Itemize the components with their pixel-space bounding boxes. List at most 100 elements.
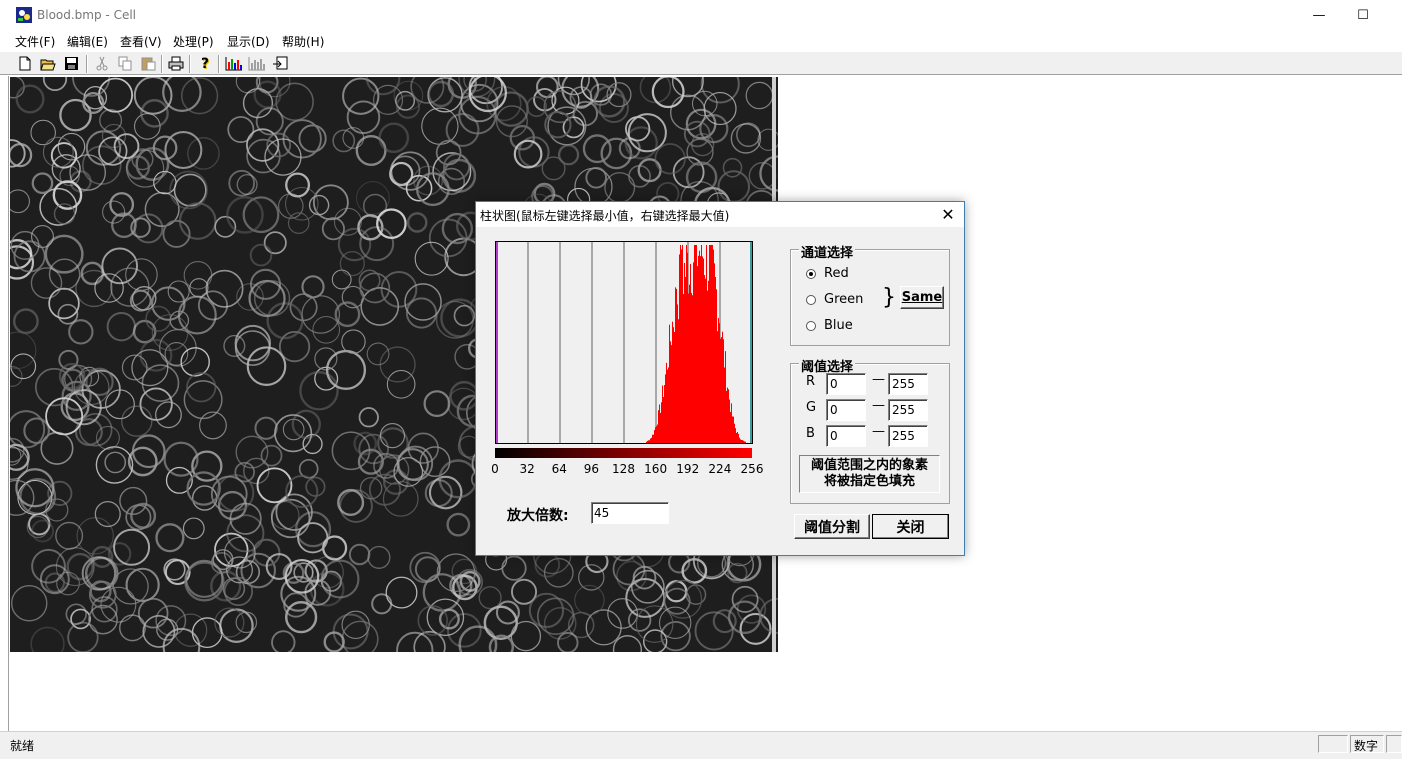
blood-cell — [10, 353, 37, 380]
blood-cell — [301, 275, 325, 299]
blood-cell — [263, 231, 287, 255]
histogram-bar — [712, 245, 713, 443]
zoom-input[interactable]: 45 — [591, 502, 669, 524]
blood-cell — [48, 287, 80, 320]
blood-cell — [453, 304, 476, 327]
threshold-note: 阈值范围之内的象素 将被指定色填充 — [799, 455, 940, 493]
menu-display[interactable]: 显示(D) — [227, 33, 270, 50]
blood-cell — [42, 77, 68, 92]
histogram-bar — [719, 323, 720, 443]
blood-cell — [543, 90, 577, 124]
blood-cell — [478, 586, 502, 610]
app-icon — [16, 7, 32, 23]
toolbar-separator — [86, 55, 88, 73]
copy-icon[interactable] — [115, 54, 135, 73]
blood-cell — [423, 390, 451, 418]
histogram-bar — [704, 275, 705, 443]
radio-label-green: Green — [824, 292, 864, 307]
close-icon[interactable]: ✕ — [938, 204, 958, 224]
blood-cell — [30, 119, 56, 146]
histogram-bar — [696, 245, 697, 443]
cut-icon[interactable] — [92, 54, 112, 73]
histogram-bar — [734, 423, 735, 443]
histogram-x-tick: 192 — [676, 462, 700, 476]
menu-edit[interactable]: 编辑(E) — [67, 33, 108, 50]
blood-cell — [385, 576, 418, 609]
blood-cell — [378, 122, 410, 154]
histogram-bar — [721, 337, 722, 443]
status-bar: 就绪 数字 — [0, 731, 1402, 759]
blood-cell — [164, 131, 203, 170]
blood-cell — [58, 349, 79, 370]
menu-view[interactable]: 查看(V) — [120, 33, 162, 50]
blood-cell — [386, 369, 416, 399]
close-button[interactable]: 关闭 — [872, 514, 949, 539]
blood-cell — [186, 372, 217, 403]
blood-cell — [379, 346, 416, 383]
blood-cell — [712, 609, 737, 634]
blood-cell — [314, 347, 338, 371]
histogram-bar — [744, 441, 745, 443]
blood-cell — [142, 615, 176, 648]
new-file-icon[interactable] — [15, 54, 35, 73]
blood-cell — [297, 522, 329, 554]
open-folder-icon[interactable] — [38, 54, 58, 73]
blood-cell — [48, 258, 81, 291]
histogram-disabled-icon[interactable] — [247, 54, 267, 73]
radio-green[interactable]: Green — [806, 292, 863, 307]
histogram-bar — [683, 294, 684, 443]
same-button[interactable]: Same — [900, 286, 944, 309]
histogram-x-tick: 256 — [740, 462, 764, 476]
threshold-r-min-input[interactable]: 0 — [826, 373, 866, 395]
print-icon[interactable] — [166, 54, 186, 73]
histogram-plot[interactable] — [495, 241, 753, 444]
export-icon[interactable] — [270, 54, 290, 73]
dialog-title: 柱状图(鼠标左键选择最小值，右键选择最大值) — [480, 209, 730, 223]
blood-cell — [346, 100, 381, 135]
threshold-b-max-input[interactable]: 255 — [888, 425, 928, 447]
histogram-bar — [665, 374, 666, 443]
paste-icon[interactable] — [138, 54, 158, 73]
zoom-label: 放大倍数: — [507, 508, 569, 524]
blood-cell — [358, 407, 379, 428]
threshold-segment-button[interactable]: 阈值分割 — [794, 514, 870, 539]
menu-process[interactable]: 处理(P) — [173, 33, 214, 50]
histogram-bar — [710, 245, 711, 443]
blood-cell — [249, 243, 273, 267]
radio-red[interactable]: Red — [806, 266, 849, 281]
histogram-bar — [707, 290, 708, 443]
threshold-g-max-input[interactable]: 255 — [888, 399, 928, 421]
blood-cell — [301, 295, 341, 334]
radio-dot-green[interactable] — [806, 294, 816, 305]
blood-cell — [12, 308, 39, 335]
blood-cell — [30, 626, 65, 652]
histogram-canvas[interactable] — [496, 242, 752, 443]
menu-help[interactable]: 帮助(H) — [282, 33, 324, 50]
help-icon[interactable]: ? — [195, 54, 215, 73]
histogram-bar — [682, 245, 683, 443]
blood-cell — [624, 126, 658, 160]
save-icon[interactable] — [61, 54, 81, 73]
blood-cell — [242, 196, 280, 234]
histogram-bar — [664, 385, 665, 443]
histogram-bar — [698, 255, 699, 443]
maximize-button[interactable]: ☐ — [1340, 0, 1386, 30]
histogram-bar — [692, 295, 693, 443]
radio-dot-blue[interactable] — [806, 320, 816, 331]
radio-blue[interactable]: Blue — [806, 318, 853, 333]
menu-file[interactable]: 文件(F) — [15, 33, 55, 50]
histogram-x-tick: 128 — [612, 462, 635, 476]
blood-cell — [88, 604, 118, 635]
blood-cell — [438, 459, 478, 499]
status-pane-empty — [1318, 735, 1348, 753]
minimize-button[interactable]: — — [1296, 0, 1342, 30]
radio-dot-red[interactable] — [806, 268, 816, 279]
threshold-g-min-input[interactable]: 0 — [826, 399, 866, 421]
threshold-r-max-input[interactable]: 255 — [888, 373, 928, 395]
histogram-bar — [646, 441, 647, 443]
histogram-icon[interactable] — [224, 54, 244, 73]
toolbar: ? — [0, 51, 1402, 75]
blood-cell — [53, 203, 76, 225]
threshold-b-min-input[interactable]: 0 — [826, 425, 866, 447]
histogram-bar — [680, 245, 681, 443]
